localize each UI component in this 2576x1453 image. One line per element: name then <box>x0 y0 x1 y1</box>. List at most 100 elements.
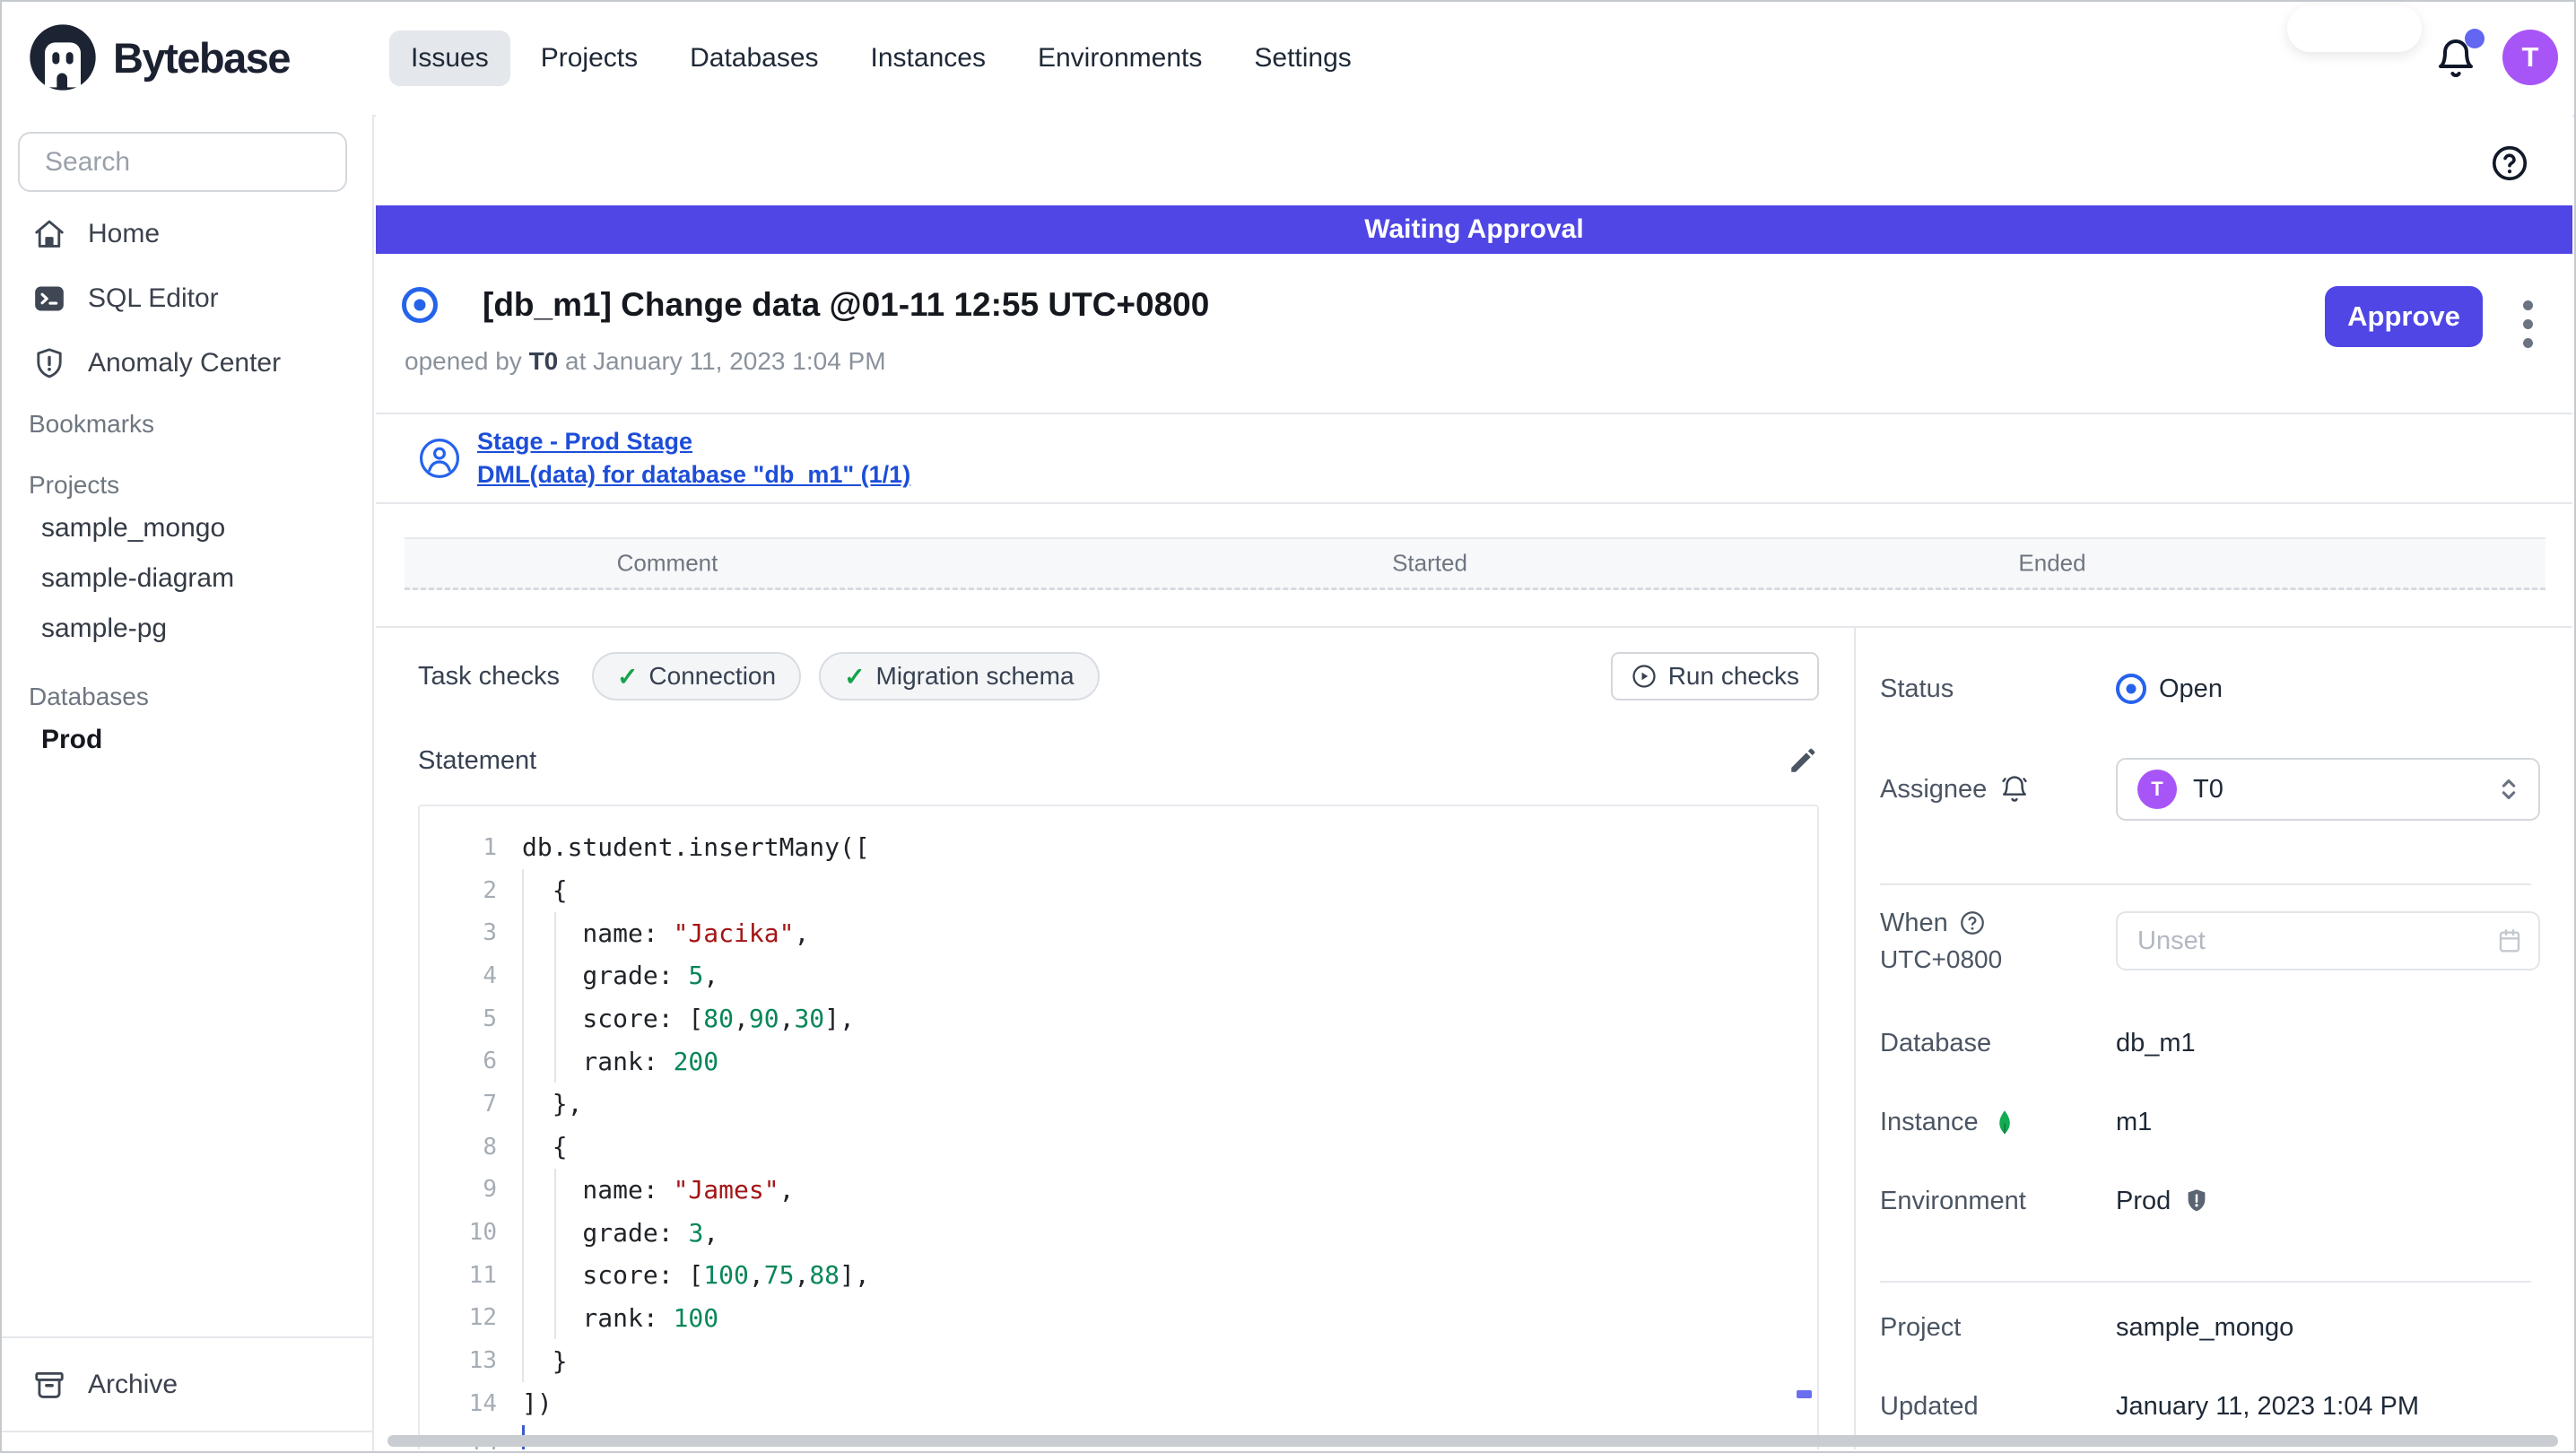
run-play-icon <box>1631 663 1658 690</box>
sidebar-nav-items: Home SQL Editor Anomaly Center <box>2 202 372 396</box>
database-value[interactable]: db_m1 <box>2116 1029 2196 1058</box>
calendar-icon <box>2495 927 2524 955</box>
assignee-label: Assignee <box>1880 774 2116 805</box>
issue-open-status-icon <box>402 287 438 323</box>
tab-databases[interactable]: Databases <box>668 30 840 86</box>
bytebase-logo-icon <box>27 22 99 93</box>
check-icon: ✓ <box>844 662 866 691</box>
navbar-tabs: Issues Projects Databases Instances Environm… <box>389 2 1373 115</box>
stage-section: Stage - Prod Stage DML(data) for databas… <box>376 413 2572 504</box>
approve-button[interactable]: Approve <box>2325 286 2483 347</box>
help-icon[interactable] <box>2490 144 2529 183</box>
code-text: { <box>522 875 568 906</box>
sidebar-item-sql-editor[interactable]: SQL Editor <box>2 266 372 331</box>
tab-settings[interactable]: Settings <box>1232 30 1372 86</box>
task-check-label: Connection <box>648 662 777 690</box>
assignee-bell-icon <box>1999 774 2030 805</box>
code-text: score: [80,90,30], <box>522 1004 855 1034</box>
sidebar-item-sample-diagram[interactable]: sample-diagram <box>2 553 372 604</box>
sidebar-item-label: Anomaly Center <box>88 348 282 378</box>
sidebar-item-Prod[interactable]: Prod <box>2 715 372 765</box>
updated-label: Updated <box>1880 1391 1979 1421</box>
user-avatar[interactable]: T <box>2502 30 2558 85</box>
sql-editor-icon <box>32 282 66 316</box>
line-number: 4 <box>483 961 497 989</box>
project-value[interactable]: sample_mongo <box>2116 1313 2293 1343</box>
line-number: 10 <box>468 1219 497 1247</box>
code-line: 5 score: [80,90,30], <box>420 997 1817 1040</box>
home-icon <box>32 217 66 251</box>
code-text: rank: 200 <box>522 1046 719 1076</box>
line-number: 7 <box>483 1090 497 1118</box>
when-help-icon[interactable] <box>1959 909 1986 936</box>
status-banner: Waiting Approval <box>376 205 2572 254</box>
issue-sidebar: Status Open Assignee T T0 When UTC+0800 … <box>1854 628 2572 1449</box>
anomaly-center-icon <box>32 346 66 380</box>
sidebar-item-sample-pg[interactable]: sample-pg <box>2 604 372 654</box>
assignee-select[interactable]: T T0 <box>2116 758 2540 821</box>
code-text: name: "Jacika", <box>522 918 810 948</box>
task-checks-label: Task checks <box>418 661 560 691</box>
code-line: 13 } <box>420 1339 1817 1382</box>
divider <box>1880 883 2531 885</box>
statement-code-editor[interactable]: 1 db.student.insertMany([2 {3 name: "Jaci… <box>418 805 1819 1449</box>
task-check-label: Migration schema <box>875 662 1075 690</box>
open-status-icon <box>2116 674 2146 704</box>
code-line: 14]) <box>420 1382 1817 1425</box>
horizontal-scrollbar[interactable] <box>387 1435 2558 1447</box>
code-line: 9 name: "James", <box>420 1169 1817 1212</box>
task-check-pill-connection[interactable]: ✓ Connection <box>591 652 802 700</box>
edit-statement-icon[interactable] <box>1787 744 1819 777</box>
sidebar-item-anomaly-center[interactable]: Anomaly Center <box>2 331 372 396</box>
instance-value[interactable]: m1 <box>2116 1108 2152 1137</box>
when-datepicker[interactable]: Unset <box>2116 911 2540 970</box>
task-detail-column: Task checks ✓ Connection ✓ Migration schema… <box>376 628 1854 1449</box>
code-text: grade: 5, <box>522 961 719 991</box>
sidebar-item-sample_mongo[interactable]: sample_mongo <box>2 503 372 553</box>
search-box[interactable]: ⌘ K <box>18 132 466 192</box>
task-run-table-empty <box>376 590 2572 626</box>
sidebar-item-home[interactable]: Home <box>2 202 372 266</box>
task-check-pills: ✓ Connection ✓ Migration schema <box>591 652 1100 700</box>
task-check-pill-migration-schema[interactable]: ✓ Migration schema <box>819 652 1100 700</box>
code-line: 2 { <box>420 869 1817 912</box>
indent-guide <box>554 1169 556 1339</box>
notification-dot <box>2465 29 2485 48</box>
line-number: 6 <box>483 1048 497 1075</box>
sidebar-item-label: Home <box>88 219 161 248</box>
search-input[interactable] <box>43 145 393 178</box>
sidebar-item-archive[interactable]: Archive <box>2 1336 372 1432</box>
chevron-up-down-icon <box>2493 774 2524 805</box>
project-label: Project <box>1880 1312 1962 1342</box>
code-line: 12 rank: 100 <box>420 1297 1817 1340</box>
line-number: 14 <box>468 1389 497 1417</box>
instance-label: Instance <box>1880 1108 2116 1137</box>
line-number: 11 <box>468 1261 497 1289</box>
stage-link[interactable]: Stage - Prod Stage <box>477 428 910 456</box>
tab-instances[interactable]: Instances <box>849 30 1007 86</box>
run-checks-button[interactable]: Run checks <box>1610 652 1819 700</box>
issue-header: [db_m1] Change data @01-11 12:55 UTC+080… <box>376 254 2572 413</box>
brand[interactable]: Bytebase <box>27 22 292 93</box>
brand-name: Bytebase <box>113 33 292 82</box>
overview-ruler-mark <box>1797 1390 1812 1398</box>
environment-value[interactable]: Prod <box>2116 1187 2210 1216</box>
code-text: rank: 100 <box>522 1302 719 1333</box>
tab-projects[interactable]: Projects <box>519 30 659 86</box>
notification-bell-icon[interactable] <box>2434 29 2485 81</box>
sidebar: ⌘ K Home SQL Editor Anomaly Center Bookmar… <box>2 115 466 1451</box>
task-link[interactable]: DML(data) for database "db_m1" (1/1) <box>477 461 910 489</box>
line-number: 1 <box>483 833 497 861</box>
line-number: 12 <box>468 1304 497 1332</box>
line-number: 3 <box>483 919 497 947</box>
line-number: 9 <box>483 1176 497 1204</box>
sidebar-section-databases: Databases <box>29 683 149 710</box>
code-text: } <box>522 1345 568 1376</box>
more-options-icon[interactable] <box>2519 297 2537 352</box>
column-header-started: Started <box>1392 549 1467 577</box>
archive-icon <box>32 1368 66 1402</box>
tab-issues[interactable]: Issues <box>389 30 510 86</box>
main-content: Waiting Approval [db_m1] Change data @01… <box>376 115 2572 1449</box>
tab-environments[interactable]: Environments <box>1016 30 1223 86</box>
sidebar-sections: Bookmarks Projects sample_mongo sample-diag… <box>2 406 372 765</box>
